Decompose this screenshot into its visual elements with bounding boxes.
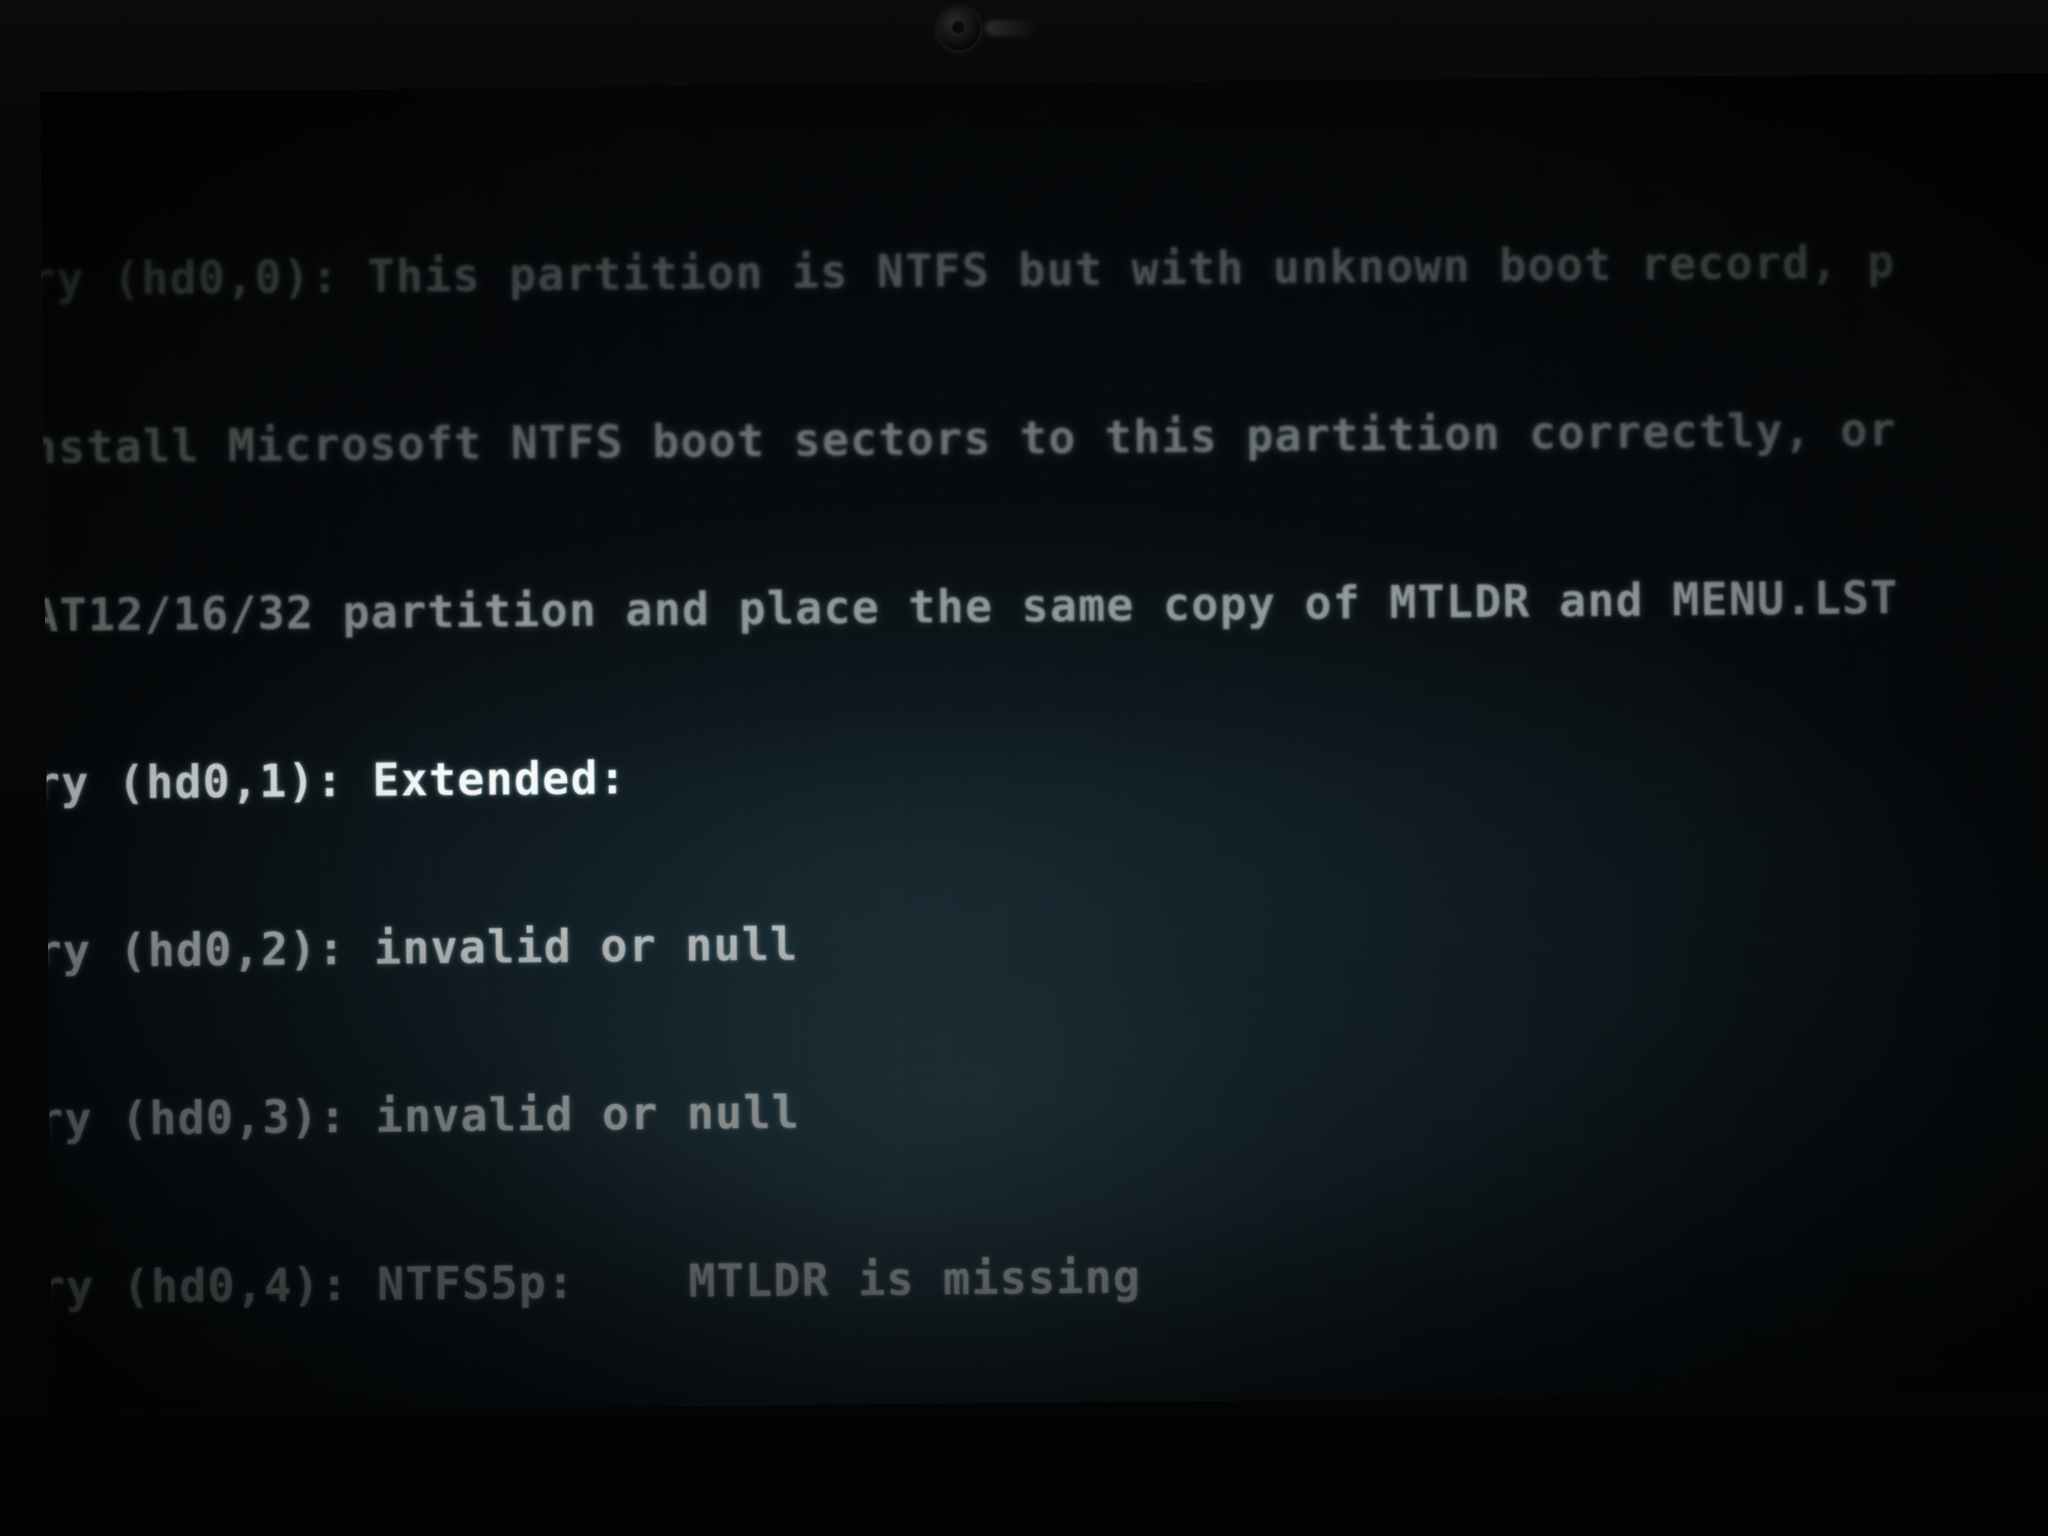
console-line-7: Try (hd0,4): NTFS5p: MTLDR is missing <box>40 1250 1142 1315</box>
webcam-icon <box>938 8 980 50</box>
console-line-1: Try (hd0,0): This partition is NTFS but … <box>40 235 1896 307</box>
console-line-4: Try (hd0,1): Extended: <box>40 751 628 811</box>
bezel-highlight <box>985 20 1037 36</box>
boot-console-output[interactable]: Try (hd0,0): This partition is NTFS but … <box>40 120 2048 1412</box>
laptop-bezel: Try (hd0,0): This partition is NTFS but … <box>0 0 2048 1536</box>
lcd-panel: Try (hd0,0): This partition is NTFS but … <box>40 72 2048 1412</box>
laptop-screen-photo: Try (hd0,0): This partition is NTFS but … <box>0 0 2048 1536</box>
console-line-3: FAT12/16/32 partition and place the same… <box>40 571 1899 643</box>
console-line-8: Try (hd0,5): Extended: <box>40 1408 2048 1412</box>
console-line-5: Try (hd0,2): invalid or null <box>40 917 799 979</box>
console-line-2: install Microsoft NTFS boot sectors to t… <box>40 403 1898 475</box>
console-line-6: Try (hd0,3): invalid or null <box>40 1085 801 1147</box>
